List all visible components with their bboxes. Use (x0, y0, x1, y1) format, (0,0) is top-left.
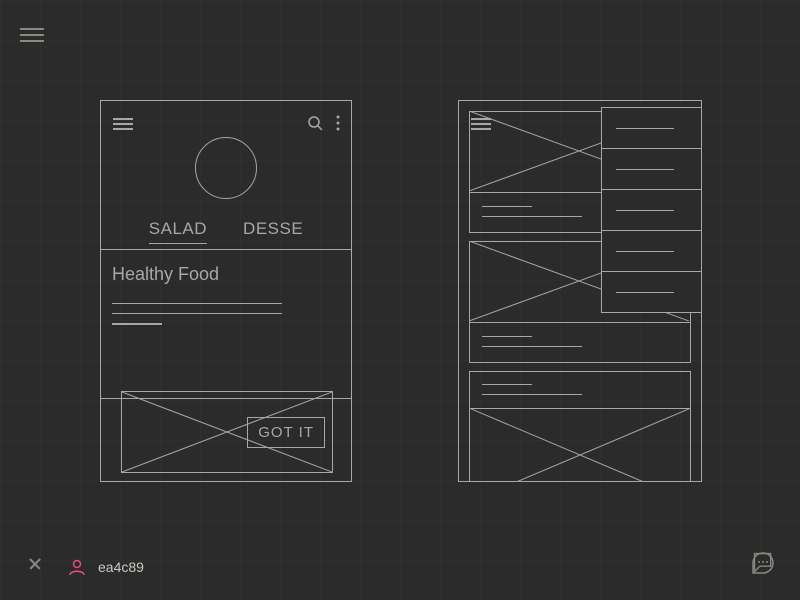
menu-item[interactable] (602, 231, 702, 272)
menu-item[interactable] (602, 108, 702, 149)
more-vert-icon[interactable] (335, 115, 341, 136)
menu-item[interactable] (602, 149, 702, 190)
artboard-2[interactable] (458, 100, 702, 482)
tab-dessert[interactable]: DESSE (243, 219, 303, 244)
text-line (482, 206, 532, 207)
card-title: Healthy Food (112, 264, 342, 285)
text-line (482, 336, 532, 337)
text-line (482, 394, 582, 395)
search-icon[interactable] (307, 115, 323, 136)
promo-card: Healthy Food (100, 249, 352, 399)
got-it-button[interactable]: GOT IT (247, 417, 325, 448)
menu-item[interactable] (602, 272, 702, 312)
menu-item[interactable] (602, 190, 702, 231)
artboard-1[interactable]: SALAD DESSE Healthy Food GOT IT (100, 100, 352, 482)
user-icon (68, 558, 86, 576)
menu-icon[interactable] (113, 115, 133, 133)
overflow-menu (601, 107, 702, 313)
close-icon[interactable] (28, 556, 42, 570)
text-line (112, 323, 162, 324)
tab-bar: SALAD DESSE (101, 219, 351, 244)
text-line (112, 303, 282, 304)
tab-salad[interactable]: SALAD (149, 219, 207, 244)
user-badge[interactable]: ea4c89 (68, 558, 144, 576)
chat-icon[interactable] (750, 550, 776, 576)
list-card[interactable] (469, 371, 691, 482)
text-line (112, 313, 282, 314)
app-menu-icon[interactable] (20, 24, 44, 46)
text-line (482, 216, 582, 217)
text-line (482, 384, 532, 385)
text-line (482, 346, 582, 347)
user-color-label: ea4c89 (98, 559, 144, 575)
avatar[interactable] (195, 137, 257, 199)
